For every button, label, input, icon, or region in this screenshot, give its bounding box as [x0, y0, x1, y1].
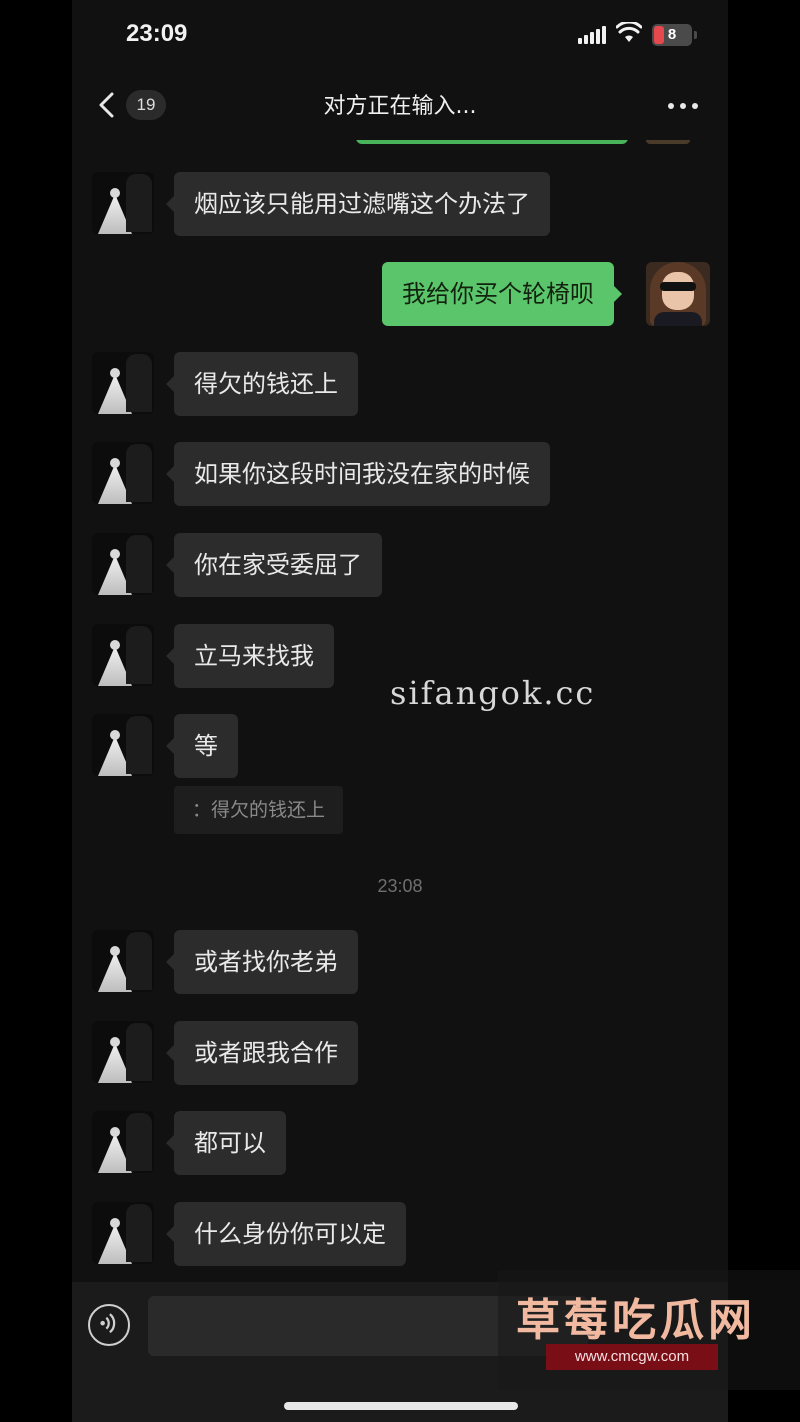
self-avatar[interactable] — [646, 262, 710, 326]
chevron-left-icon — [99, 92, 114, 118]
message-bubble[interactable]: 什么身份你可以定 — [166, 1202, 406, 1266]
page-title: 对方正在输入... — [323, 94, 477, 119]
message-bubble[interactable]: 立马来找我 — [166, 624, 334, 688]
contact-avatar[interactable] — [92, 1111, 154, 1173]
contact-avatar[interactable] — [92, 624, 154, 686]
message-bubble[interactable]: 都可以 — [166, 1111, 286, 1175]
contact-avatar[interactable] — [92, 442, 154, 504]
back-button[interactable]: 19 — [92, 88, 172, 122]
home-indicator[interactable] — [284, 1402, 518, 1410]
message-bubble[interactable]: 或者跟我合作 — [166, 1021, 358, 1085]
site-watermark-logo: 草莓吃瓜网 www.cmcgw.com — [498, 1270, 800, 1390]
message-bubble[interactable]: 等 — [166, 714, 238, 778]
message-bubble[interactable]: 或者找你老弟 — [166, 930, 358, 994]
message-bubble[interactable]: 你在家受委屈了 — [166, 533, 382, 597]
wifi-icon — [616, 22, 642, 42]
brand-url: www.cmcgw.com — [546, 1344, 718, 1370]
brand-name: 草莓吃瓜网 — [516, 1295, 756, 1346]
contact-avatar[interactable] — [92, 714, 154, 776]
contact-avatar[interactable] — [92, 533, 154, 595]
message-bubble[interactable]: 得欠的钱还上 — [166, 352, 358, 416]
message-bubble-outgoing[interactable]: 我给你买个轮椅呗 — [382, 262, 622, 326]
watermark: sifangok.cc — [390, 674, 596, 712]
contact-avatar[interactable] — [92, 172, 154, 234]
contact-avatar[interactable] — [92, 1202, 154, 1264]
voice-button[interactable] — [88, 1304, 130, 1346]
message-bubble[interactable]: 如果你这段时间我没在家的时候 — [166, 442, 550, 506]
battery-icon: 8 — [652, 24, 692, 46]
nav-bar: 19 对方正在输入... — [72, 70, 728, 140]
status-time: 23:09 — [126, 20, 188, 47]
timestamp: 23:08 — [377, 876, 423, 896]
contact-avatar[interactable] — [92, 930, 154, 992]
more-button[interactable] — [668, 94, 704, 118]
signal-icon — [578, 26, 608, 44]
battery-level: 8 — [667, 26, 677, 43]
more-dots-icon — [668, 103, 674, 109]
message-bubble[interactable]: 烟应该只能用过滤嘴这个办法了 — [166, 172, 550, 236]
contact-avatar[interactable] — [92, 1021, 154, 1083]
chat-screen: 23:09 8 19 对方正在输入... 烟应该只能用过滤嘴这个办法了 我给你买… — [72, 0, 728, 1422]
unread-badge: 19 — [126, 90, 166, 120]
quoted-message[interactable]: ：得欠的钱还上 — [174, 786, 344, 834]
voice-icon — [100, 1313, 116, 1334]
status-bar: 23:09 8 — [72, 0, 728, 70]
contact-avatar[interactable] — [92, 352, 154, 414]
